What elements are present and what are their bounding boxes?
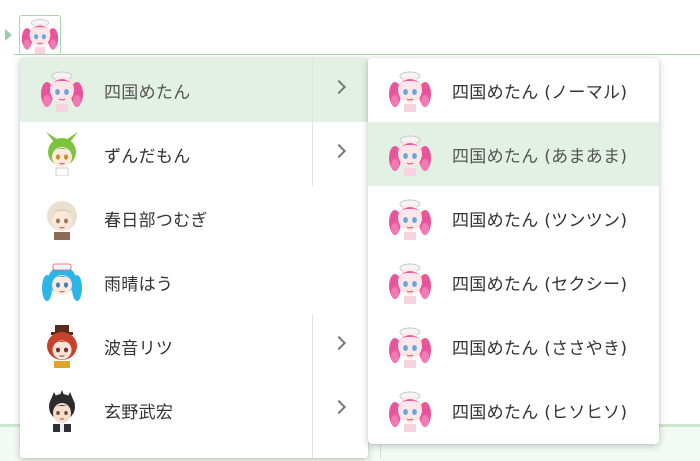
style-item-label: 四国めたん (ささやき) — [452, 338, 628, 359]
style-item-label: 四国めたん (セクシー) — [452, 274, 628, 295]
zundamon-avatar-icon — [40, 132, 84, 176]
shikoku-metan-avatar-icon — [388, 388, 432, 432]
kurono-takehiro-avatar-icon — [40, 388, 84, 432]
style-item-normal[interactable]: 四国めたん (ノーマル) — [368, 58, 659, 122]
menu-item-kasukabe-tsumugi[interactable]: 春日部つむぎ — [20, 186, 368, 250]
style-item-tsuntsun[interactable]: 四国めたん (ツンツン) — [368, 186, 659, 250]
menu-item-zundamon[interactable]: ずんだもん — [20, 122, 368, 186]
submenu-column-divider — [312, 314, 313, 458]
menu-item-label: ずんだもん — [104, 146, 191, 167]
character-menu: 四国めたん ずんだもん 春日部つむぎ 雨晴はう 波音リツ 玄野武宏 — [20, 58, 368, 458]
menu-item-label: 玄野武宏 — [104, 402, 174, 423]
shikoku-metan-avatar-icon — [40, 68, 84, 112]
chevron-right-icon — [331, 143, 347, 159]
style-item-sasayaki[interactable]: 四国めたん (ささやき) — [368, 314, 659, 378]
namine-ritsu-avatar-icon — [40, 324, 84, 368]
style-submenu: 四国めたん (ノーマル) 四国めたん (あまあま) 四国めたん (ツンツン) 四… — [368, 58, 659, 444]
chevron-right-icon — [331, 399, 347, 415]
kasukabe-tsumugi-avatar-icon — [40, 196, 84, 240]
menu-item-label: 雨晴はう — [104, 274, 174, 295]
character-select-button[interactable] — [19, 15, 61, 55]
shikoku-metan-avatar-icon — [388, 132, 432, 176]
style-item-hisohiso[interactable]: 四国めたん (ヒソヒソ) — [368, 378, 659, 442]
menu-item-label: 四国めたん — [104, 82, 191, 103]
shikoku-metan-avatar-icon — [388, 260, 432, 304]
shikoku-metan-avatar-icon — [388, 196, 432, 240]
menu-item-label: 波音リツ — [104, 338, 174, 359]
shikoku-metan-avatar-icon — [20, 16, 60, 54]
style-item-label: 四国めたん (あまあま) — [452, 146, 628, 167]
chevron-right-icon — [331, 335, 347, 351]
header-divider — [14, 54, 700, 55]
menu-item-amehare-hau[interactable]: 雨晴はう — [20, 250, 368, 314]
style-item-label: 四国めたん (ヒソヒソ) — [452, 402, 628, 423]
shikoku-metan-avatar-icon — [388, 324, 432, 368]
style-item-label: 四国めたん (ツンツン) — [452, 210, 628, 231]
menu-item-shikoku-metan[interactable]: 四国めたん — [20, 58, 368, 122]
amehare-hau-avatar-icon — [40, 260, 84, 304]
style-item-amaama[interactable]: 四国めたん (あまあま) — [368, 122, 659, 186]
shikoku-metan-avatar-icon — [388, 68, 432, 112]
menu-item-kurono-takehiro[interactable]: 玄野武宏 — [20, 378, 368, 442]
play-icon[interactable] — [5, 29, 12, 41]
menu-item-namine-ritsu[interactable]: 波音リツ — [20, 314, 368, 378]
menu-item-label: 春日部つむぎ — [104, 210, 208, 231]
style-item-label: 四国めたん (ノーマル) — [452, 82, 628, 103]
submenu-column-divider — [312, 58, 313, 186]
chevron-right-icon — [331, 79, 347, 95]
style-item-sexy[interactable]: 四国めたん (セクシー) — [368, 250, 659, 314]
